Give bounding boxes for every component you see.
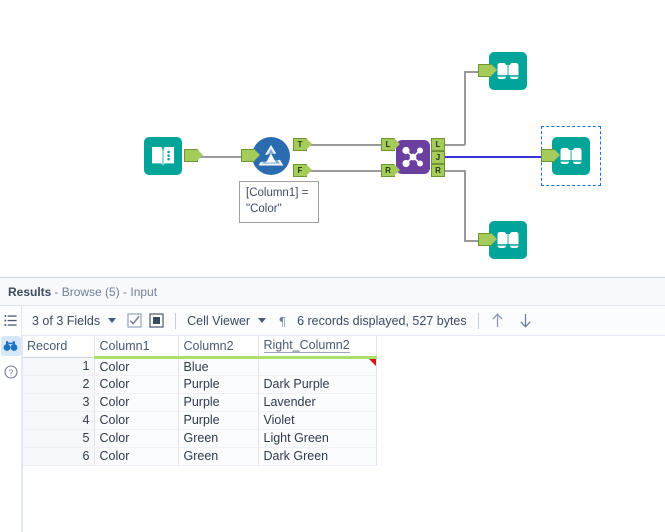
node-filter[interactable]: i T F bbox=[241, 137, 312, 177]
join-right-input-anchor[interactable]: R bbox=[381, 164, 400, 177]
toolbar-divider-1 bbox=[175, 312, 177, 329]
cell-record[interactable]: 6 bbox=[22, 447, 95, 466]
table-body: 1 Color Blue 2 Color Purple Dark Purple bbox=[22, 357, 377, 466]
results-table: Record Column1 Column2 Right_Column2 1 C… bbox=[22, 336, 377, 466]
table-row[interactable]: 2 Color Purple Dark Purple bbox=[22, 375, 377, 394]
cell-record[interactable]: 1 bbox=[22, 357, 95, 376]
browse3-input-anchor[interactable]: i bbox=[478, 233, 497, 246]
book-icon bbox=[144, 137, 182, 175]
column-header-right-column2[interactable]: Right_Column2 bbox=[258, 336, 377, 359]
cell-right-column2[interactable]: Lavender bbox=[258, 393, 377, 412]
list-view-icon[interactable] bbox=[1, 310, 21, 330]
table-row[interactable]: 4 Color Purple Violet bbox=[22, 411, 377, 430]
table-row[interactable]: 6 Color Green Dark Green bbox=[22, 447, 377, 466]
svg-text:¶: ¶ bbox=[280, 313, 286, 328]
cell-column2[interactable]: Green bbox=[178, 429, 259, 448]
results-subtitle: - Browse (5) - Input bbox=[54, 284, 158, 299]
cell-record[interactable]: 3 bbox=[22, 393, 95, 412]
column-header-column2[interactable]: Column2 bbox=[178, 336, 259, 359]
results-panel-header: Results - Browse (5) - Input bbox=[0, 278, 665, 306]
join-left-output-anchor[interactable]: L bbox=[431, 138, 445, 151]
arrow-up-icon[interactable] bbox=[490, 312, 505, 329]
join-left-input-anchor[interactable]: L bbox=[381, 138, 400, 151]
join-right-output-anchor[interactable]: R bbox=[431, 164, 445, 177]
wire-join-out-to-browse2-selected[interactable] bbox=[437, 156, 544, 158]
browse2-input-anchor[interactable]: i bbox=[541, 149, 560, 162]
cell-viewer-label[interactable]: Cell Viewer bbox=[187, 314, 250, 328]
fields-count-label[interactable]: 3 of 3 Fields bbox=[32, 314, 100, 328]
wire-join-left-to-browse1-v[interactable] bbox=[464, 72, 466, 145]
node-input[interactable]: o bbox=[144, 137, 203, 175]
cell-record[interactable]: 4 bbox=[22, 411, 95, 430]
results-data-grid[interactable]: Record Column1 Column2 Right_Column2 1 C… bbox=[22, 336, 665, 532]
column-header-record[interactable]: Record bbox=[22, 336, 95, 358]
filter-false-anchor[interactable]: F bbox=[293, 164, 312, 177]
cell-column1[interactable]: Color bbox=[94, 393, 179, 412]
browse-icon[interactable] bbox=[0, 336, 21, 356]
node-browse-2[interactable]: i bbox=[541, 137, 590, 175]
column-header-right-column2-label: Right_Column2 bbox=[263, 338, 350, 354]
workflow-canvas[interactable]: o i T F [Column1] = "Color" bbox=[0, 0, 665, 277]
filter-annotation: [Column1] = "Color" bbox=[239, 181, 319, 224]
cell-record[interactable]: 2 bbox=[22, 375, 95, 394]
help-icon[interactable]: ? bbox=[1, 362, 21, 382]
records-displayed-label: 6 records displayed, 527 bytes bbox=[297, 313, 467, 328]
pilcrow-icon[interactable]: ¶ bbox=[277, 313, 288, 328]
node-join[interactable]: L R L J R bbox=[381, 138, 445, 177]
cell-right-column2[interactable]: Dark Purple bbox=[258, 375, 377, 394]
filter-input-anchor[interactable]: i bbox=[241, 149, 260, 162]
wire-join-right-to-browse3-v[interactable] bbox=[464, 170, 466, 241]
cell-column2[interactable]: Green bbox=[178, 447, 259, 466]
table-row[interactable]: 3 Color Purple Lavender bbox=[22, 393, 377, 412]
results-panel: Results - Browse (5) - Input ? 3 of 3 Fi… bbox=[0, 277, 665, 532]
fields-dropdown-caret-icon[interactable] bbox=[108, 318, 117, 323]
node-browse-3[interactable]: i bbox=[478, 221, 527, 259]
svg-text:?: ? bbox=[8, 367, 13, 377]
filter-true-anchor[interactable]: T bbox=[293, 138, 312, 151]
join-join-output-anchor[interactable]: J bbox=[431, 151, 445, 164]
checkbox-checked-icon[interactable] bbox=[127, 313, 142, 328]
results-toolbar: 3 of 3 Fields Cell Viewer ¶ 6 records di… bbox=[22, 306, 665, 336]
cell-column1[interactable]: Color bbox=[94, 375, 179, 394]
cell-column2[interactable]: Purple bbox=[178, 375, 259, 394]
results-title: Results bbox=[8, 284, 52, 299]
column-header-column1[interactable]: Column1 bbox=[94, 336, 179, 359]
cell-record[interactable]: 5 bbox=[22, 429, 95, 448]
node-browse-1[interactable]: i bbox=[478, 52, 527, 90]
cell-right-column2[interactable]: Light Green bbox=[258, 429, 377, 448]
input-output-anchor[interactable]: o bbox=[184, 149, 203, 162]
cell-viewer-dropdown-caret-icon[interactable] bbox=[258, 318, 267, 323]
cell-column1[interactable]: Color bbox=[94, 357, 179, 376]
toolbar-divider-2 bbox=[477, 312, 479, 329]
results-side-rail: ? bbox=[0, 306, 22, 532]
cell-column1[interactable]: Color bbox=[94, 429, 179, 448]
cell-column2[interactable]: Purple bbox=[178, 411, 259, 430]
cell-right-column2[interactable]: Dark Green bbox=[258, 447, 377, 466]
checkbox-clear-icon[interactable] bbox=[149, 313, 164, 328]
table-row[interactable]: 5 Color Green Light Green bbox=[22, 429, 377, 448]
cell-column2[interactable]: Purple bbox=[178, 393, 259, 412]
cell-column1[interactable]: Color bbox=[94, 411, 179, 430]
arrow-down-icon[interactable] bbox=[518, 312, 533, 329]
browse1-input-anchor[interactable]: i bbox=[478, 64, 497, 77]
table-header-row: Record Column1 Column2 Right_Column2 bbox=[22, 336, 377, 359]
cell-right-column2[interactable] bbox=[258, 357, 377, 376]
grid-left-edge bbox=[22, 336, 23, 532]
cell-column2[interactable]: Blue bbox=[178, 357, 259, 376]
cell-column1[interactable]: Color bbox=[94, 447, 179, 466]
table-row[interactable]: 1 Color Blue bbox=[22, 357, 377, 376]
cell-right-column2[interactable]: Violet bbox=[258, 411, 377, 430]
join-icon bbox=[396, 140, 430, 174]
